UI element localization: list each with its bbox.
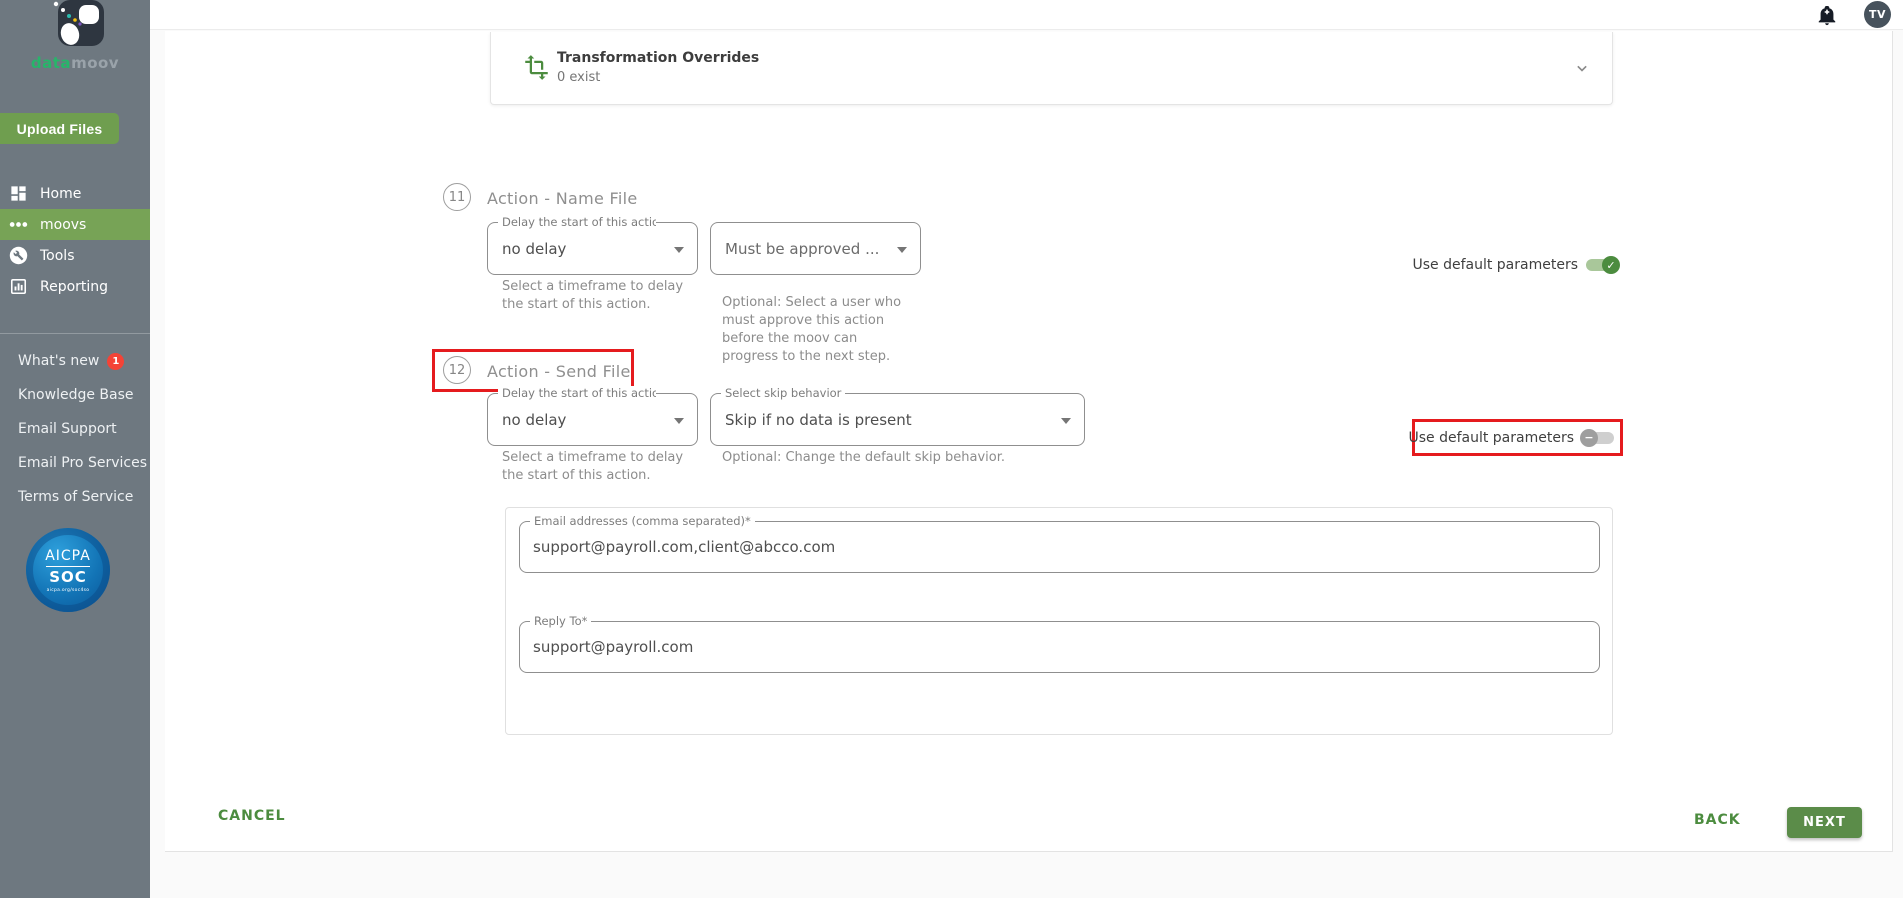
toggle-label: Use default parameters (1412, 257, 1578, 273)
link-label: Email Support (18, 421, 117, 437)
chevron-down-icon[interactable] (1572, 58, 1592, 82)
delay-select-label: Delay the start of this action (498, 215, 656, 229)
delay-select-step12[interactable]: Delay the start of this action no delay (487, 386, 698, 446)
use-default-parameters-toggle-on[interactable]: ✓ (1584, 255, 1620, 275)
sidebar-item-home[interactable]: Home (0, 178, 150, 209)
brand-logo-icon (46, 0, 104, 52)
brand-word-left: data (30, 54, 72, 72)
dropdown-arrow-icon (674, 417, 684, 424)
step-11-title: Action - Name File (487, 189, 638, 208)
highlight-box-use-default-parameters: Use default parameters − (1408, 419, 1623, 456)
delay-select-label: Delay the start of this action (498, 386, 656, 400)
back-button[interactable]: BACK (1694, 812, 1741, 828)
sidebar-divider (0, 333, 150, 334)
email-addresses-input[interactable] (533, 522, 1586, 572)
approval-select-step11[interactable]: Must be approved ... (710, 222, 921, 275)
link-whats-new[interactable]: What's new 1 (18, 351, 147, 371)
upload-files-button[interactable]: Upload Files (0, 113, 119, 144)
approval-helper-step11: Optional: Select a user who must approve… (722, 295, 902, 364)
sidebar-nav: Home moovs Tools Reporting (0, 178, 150, 302)
skip-behavior-select[interactable]: Select skip behavior Skip if no data is … (710, 386, 1085, 446)
toggle-label: Use default parameters (1408, 429, 1574, 446)
delay-helper-step12: Select a timeframe to delay the start of… (502, 450, 684, 483)
wrench-icon (9, 246, 28, 265)
email-addresses-field: Email addresses (comma separated)* (519, 514, 1600, 573)
transformation-title: Transformation Overrides (557, 50, 760, 66)
reply-to-field: Reply To* (519, 614, 1600, 673)
sidebar-item-label: moovs (40, 216, 87, 233)
link-label: Email Pro Services (18, 455, 147, 471)
skip-behavior-label: Select skip behavior (721, 386, 846, 400)
aicpa-soc-badge: AICPA SOC aicpa.org/soc4so (26, 528, 110, 612)
minus-icon: − (1580, 428, 1598, 447)
delay-select-value: no delay (502, 410, 567, 429)
link-email-pro-services[interactable]: Email Pro Services (18, 453, 147, 473)
transform-icon (523, 54, 550, 85)
bar-chart-icon (10, 278, 27, 295)
step-11-number: 11 (443, 183, 471, 211)
sidebar: datamoov Upload Files Home moovs Tools R… (0, 0, 150, 898)
sidebar-item-label: Home (40, 185, 82, 202)
transformation-overrides-card[interactable]: Transformation Overrides 0 exist (490, 32, 1613, 105)
user-avatar[interactable]: TV (1864, 1, 1891, 28)
sidebar-item-moovs[interactable]: moovs (0, 209, 150, 240)
reply-to-input[interactable] (533, 622, 1586, 672)
link-email-support[interactable]: Email Support (18, 419, 147, 439)
dashboard-icon (11, 186, 26, 201)
link-label: Knowledge Base (18, 387, 134, 403)
step-12-title: Action - Send File (487, 362, 631, 381)
dropdown-arrow-icon (1061, 417, 1071, 424)
sidebar-item-label: Reporting (40, 278, 109, 295)
app-root: TV datamoov Upload Files Home moovs Tool… (0, 0, 1903, 898)
use-default-parameters-row-step11: Use default parameters ✓ (1412, 251, 1620, 279)
soc-badge-line3: aicpa.org/soc4so (46, 587, 90, 593)
brand-logo[interactable]: datamoov (0, 0, 150, 72)
skip-helper-step12: Optional: Change the default skip behavi… (722, 450, 1006, 465)
link-label: What's new (18, 353, 100, 369)
brand-word-right: moov (71, 54, 120, 72)
dropdown-arrow-icon (674, 246, 684, 253)
use-default-parameters-toggle-off[interactable]: − (1580, 428, 1616, 448)
link-knowledge-base[interactable]: Knowledge Base (18, 385, 147, 405)
sidebar-links: What's new 1 Knowledge Base Email Suppor… (18, 351, 147, 521)
next-button[interactable]: NEXT (1787, 807, 1862, 838)
soc-badge-rule (46, 565, 90, 567)
skip-behavior-value: Skip if no data is present (725, 410, 912, 429)
approval-select-value: Must be approved ... (725, 239, 880, 258)
dots-icon (9, 222, 28, 227)
check-icon: ✓ (1602, 256, 1620, 274)
topbar: TV (150, 0, 1903, 30)
transformation-subtitle: 0 exist (557, 70, 601, 85)
link-terms-of-service[interactable]: Terms of Service (18, 487, 147, 507)
sidebar-item-reporting[interactable]: Reporting (0, 271, 150, 302)
soc-badge-line1: AICPA (45, 547, 91, 564)
cancel-button[interactable]: CANCEL (218, 808, 286, 824)
sidebar-item-tools[interactable]: Tools (0, 240, 150, 271)
whats-new-count-badge: 1 (107, 352, 125, 370)
notification-add-bell-icon[interactable] (1816, 4, 1838, 26)
step-12-number: 12 (443, 356, 471, 384)
delay-select-value: no delay (502, 239, 567, 258)
link-label: Terms of Service (18, 489, 134, 505)
dropdown-arrow-icon (897, 246, 907, 253)
sidebar-item-label: Tools (40, 247, 75, 264)
delay-helper-step11: Select a timeframe to delay the start of… (502, 279, 684, 312)
brand-wordmark: datamoov (0, 54, 150, 72)
delay-select-step11[interactable]: Delay the start of this action no delay (487, 215, 698, 275)
soc-badge-line2: SOC (49, 567, 87, 586)
